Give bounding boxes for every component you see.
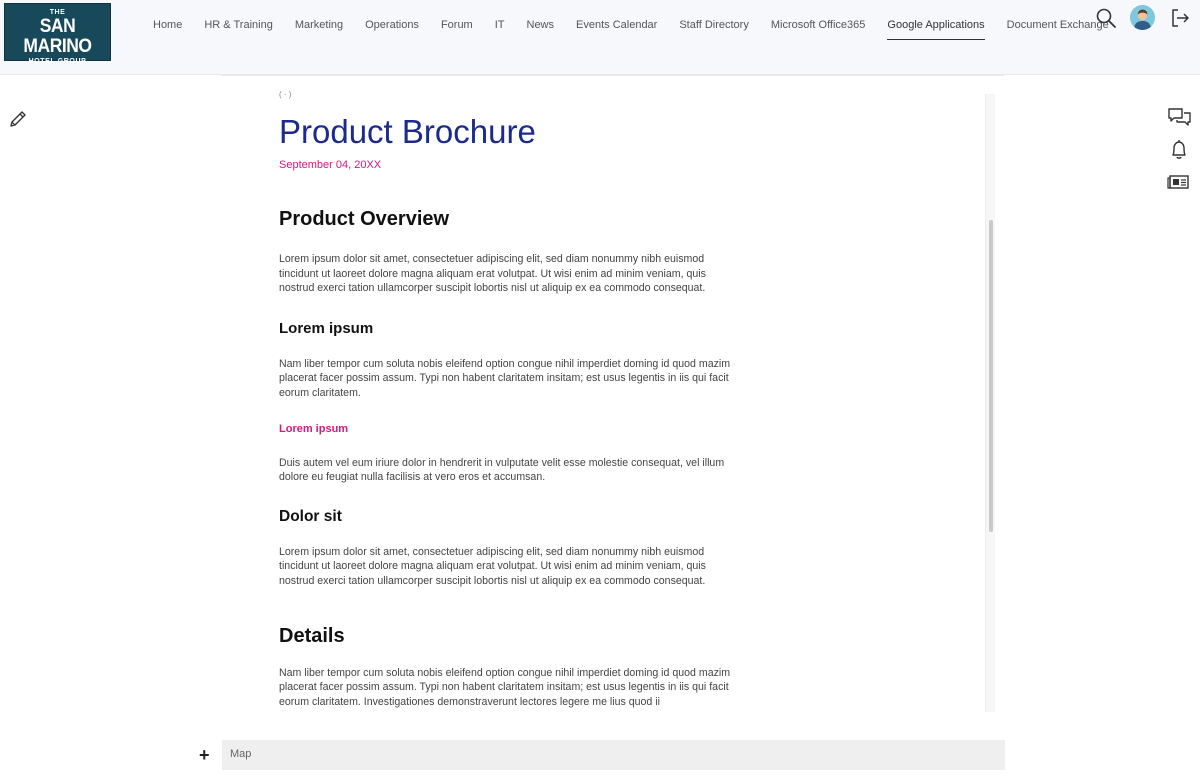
newspaper-icon[interactable] [1166,170,1192,194]
avatar[interactable] [1130,5,1155,30]
pencil-icon[interactable] [7,108,29,130]
section-heading-details: Details [279,624,345,647]
logo-line-3: HOTEL GROUP [28,58,87,65]
add-button[interactable]: + [199,745,210,765]
breadcrumb: ( · ) [279,90,292,99]
article: ( · ) Product Brochure September 04, 20X… [279,90,739,709]
company-logo[interactable]: THE SAN MARINO HOTEL GROUP [4,3,111,65]
header-divider [222,75,1004,76]
nav-item-home[interactable]: Home [142,17,193,37]
section-paragraph: Nam liber tempor cum soluta nobis eleife… [279,357,731,399]
bell-icon[interactable] [1166,138,1192,162]
scrollbar-thumb[interactable] [989,220,993,532]
chat-icon[interactable] [1166,106,1192,130]
section-paragraph: Duis autem vel eum iriure dolor in hendr… [279,456,725,484]
section-heading-lorem-ipsum: Lorem ipsum [279,319,374,337]
nav-item-it[interactable]: IT [484,17,516,37]
nav-item-office365[interactable]: Microsoft Office365 [760,17,877,37]
section-heading-dolor-sit: Dolor sit [279,507,342,525]
user-avatar-icon [1130,5,1155,30]
map-label: Map [230,748,252,760]
section-paragraph: Nam liber tempor cum soluta nobis eleife… [279,666,731,708]
nav-item-google-applications[interactable]: Google Applications [876,17,995,40]
nav-item-operations[interactable]: Operations [354,17,430,37]
section-paragraph: Lorem ipsum dolor sit amet, consectetuer… [279,253,706,295]
nav-item-staff-directory[interactable]: Staff Directory [668,17,760,37]
publish-date: September 04, 20XX [279,159,382,171]
logo-line-2: SAN MARINO [23,16,92,57]
section-heading-product-overview: Product Overview [279,208,450,230]
top-navigation-bar: THE SAN MARINO HOTEL GROUP Home HR & Tra… [0,0,1200,75]
map-panel[interactable]: Map [222,740,1005,770]
section-paragraph: Lorem ipsum dolor sit amet, consectetuer… [279,545,706,587]
main-nav: Home HR & Training Marketing Operations … [142,17,1120,40]
nav-item-forum[interactable]: Forum [430,17,484,37]
nav-item-events-calendar[interactable]: Events Calendar [565,17,668,37]
nav-item-marketing[interactable]: Marketing [284,17,354,37]
search-icon[interactable] [1094,6,1118,30]
section-heading-lorem-ipsum-accent: Lorem ipsum [279,422,349,435]
scrollbar[interactable] [985,94,995,712]
right-action-rail [1166,106,1196,202]
nav-item-news[interactable]: News [516,17,566,37]
page-title: Product Brochure [279,113,536,150]
content-fade-mask [222,712,992,740]
nav-item-hr-training[interactable]: HR & Training [193,17,283,37]
logout-icon[interactable] [1168,6,1192,30]
